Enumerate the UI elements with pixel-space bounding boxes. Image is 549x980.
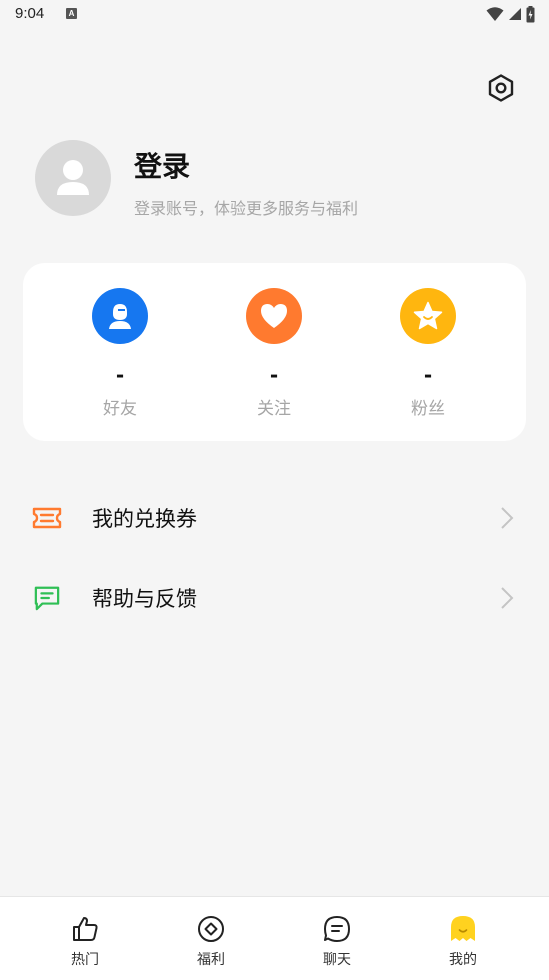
nav-label: 聊天	[323, 952, 351, 968]
menu-label: 帮助与反馈	[92, 587, 197, 611]
stat-fans[interactable]: - 粉丝	[368, 263, 488, 441]
status-bar: 9:04 A	[0, 0, 549, 30]
menu-label: 我的兑换券	[92, 507, 197, 531]
menu-item-help-feedback[interactable]: 帮助与反馈	[0, 568, 549, 628]
status-time: 9:04	[15, 5, 45, 22]
stat-label: 好友	[103, 399, 137, 419]
nav-label: 热门	[71, 952, 99, 968]
user-placeholder-icon	[57, 160, 89, 195]
battery-icon	[526, 5, 535, 22]
stat-count: -	[423, 363, 433, 387]
star-icon	[400, 288, 456, 344]
message-icon	[34, 586, 60, 611]
wifi-icon	[486, 7, 504, 21]
login-title[interactable]: 登录	[134, 145, 190, 185]
settings-button[interactable]	[485, 72, 517, 104]
stat-label: 粉丝	[411, 399, 445, 419]
ticket-icon	[32, 507, 62, 529]
friend-icon	[92, 288, 148, 344]
avatar[interactable]	[35, 140, 111, 216]
chat-icon	[324, 916, 350, 942]
tab-welfare[interactable]: 福利	[161, 897, 261, 980]
stat-friends[interactable]: - 好友	[60, 263, 180, 441]
stat-count: -	[269, 363, 279, 387]
stat-following[interactable]: - 关注	[214, 263, 334, 441]
status-icons	[486, 5, 535, 23]
settings-icon	[488, 74, 514, 102]
ghost-icon	[451, 916, 475, 941]
chevron-right-icon	[501, 507, 514, 529]
chevron-right-icon	[501, 587, 514, 609]
menu-item-vouchers[interactable]: 我的兑换券	[0, 488, 549, 548]
thumb-up-icon	[73, 917, 98, 941]
stats-card: - 好友 - 关注 - 粉丝	[23, 263, 526, 441]
notification-badge: A	[66, 8, 77, 19]
bottom-nav: 热门 福利 聊天 我的	[0, 896, 549, 980]
coin-icon	[198, 916, 224, 942]
tab-chat[interactable]: 聊天	[287, 897, 387, 980]
stat-count: -	[115, 363, 125, 387]
tab-mine[interactable]: 我的	[413, 897, 513, 980]
stat-label: 关注	[257, 399, 291, 419]
nav-label: 我的	[449, 952, 477, 968]
nav-label: 福利	[197, 952, 225, 968]
tab-hot[interactable]: 热门	[35, 897, 135, 980]
login-subtitle: 登录账号，体验更多服务与福利	[134, 199, 359, 218]
cell-signal-icon	[509, 8, 521, 20]
heart-icon	[246, 288, 302, 344]
